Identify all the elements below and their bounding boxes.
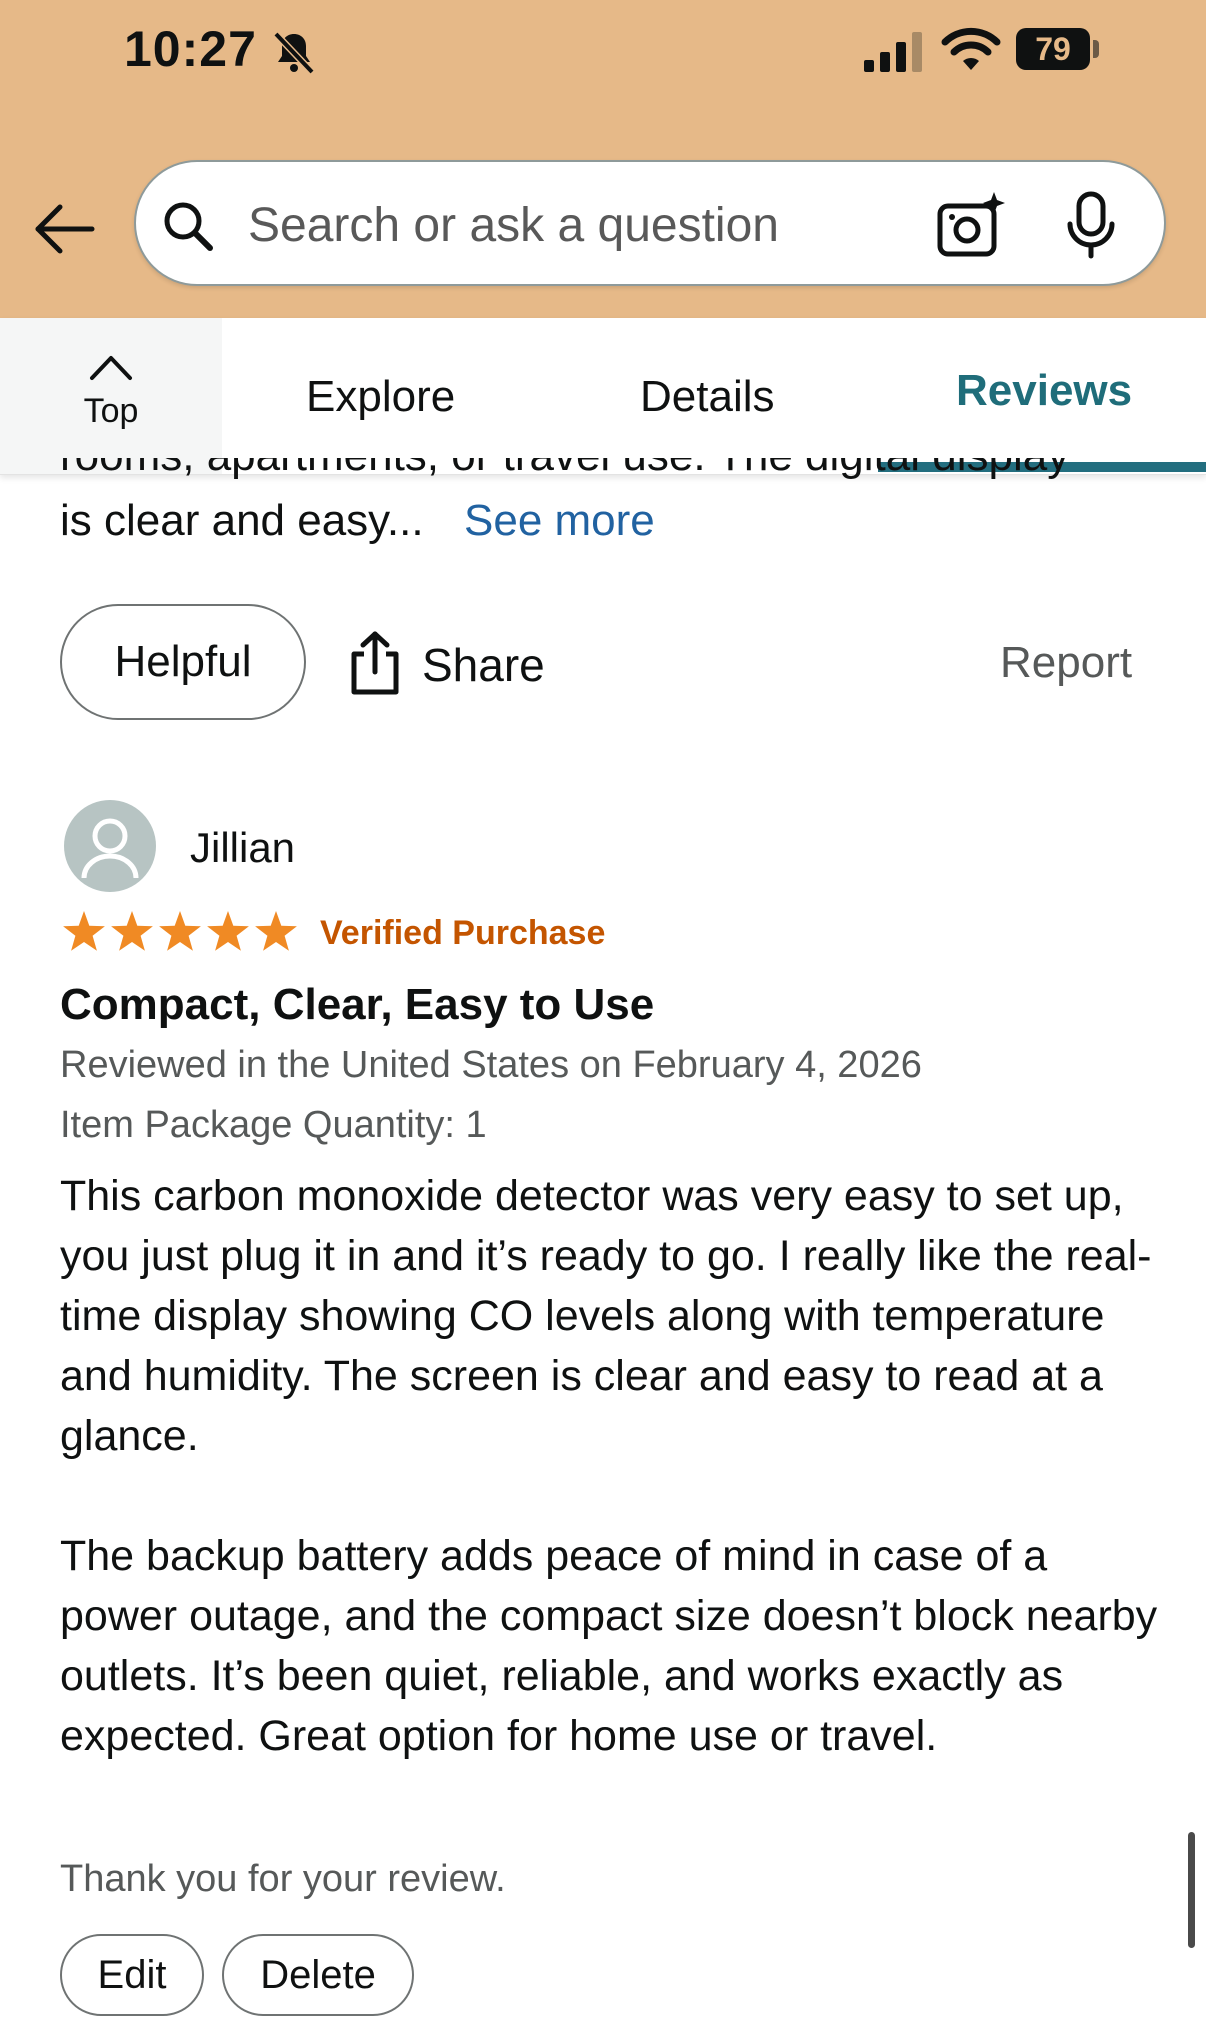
tab-top-label: Top (83, 392, 139, 430)
star-icon (159, 911, 201, 951)
review-paragraph: This carbon monoxide detector was very e… (60, 1172, 1152, 1460)
wifi-icon (941, 27, 1001, 70)
header: 10:27 79 Search or ask a question (0, 0, 1206, 318)
see-more-link[interactable]: See more (464, 496, 655, 546)
reviewer-name: Jillian (190, 824, 296, 871)
tab-reviews[interactable]: Reviews (956, 366, 1132, 416)
battery-icon: 79 (1016, 28, 1090, 70)
helpful-button[interactable]: Helpful (60, 604, 306, 720)
previous-review-text: is clear and easy... (60, 496, 424, 545)
user-icon (81, 818, 139, 879)
review-date: Reviewed in the United States on Februar… (60, 1044, 922, 1086)
review-paragraph: The backup battery adds peace of mind in… (60, 1532, 1158, 1760)
scrollbar[interactable] (1188, 1832, 1195, 1948)
mic-icon[interactable] (1062, 190, 1120, 260)
thank-you-message: Thank you for your review. (60, 1858, 506, 1900)
share-button[interactable]: Share (422, 638, 545, 692)
star-icon (255, 911, 297, 951)
star-icon (207, 911, 249, 951)
share-icon[interactable] (350, 630, 400, 696)
clipped-review-line: rooms, apartments, or travel use. The di… (60, 458, 1069, 480)
search-placeholder: Search or ask a question (248, 199, 779, 252)
report-link[interactable]: Report (1000, 638, 1132, 688)
chevron-up-icon (90, 356, 132, 380)
item-package-quantity: Item Package Quantity: 1 (60, 1104, 487, 1146)
tab-bar: Top Explore Details Reviews (0, 318, 1206, 475)
edit-button[interactable]: Edit (60, 1934, 204, 2016)
search-input[interactable]: Search or ask a question (134, 160, 1166, 286)
delete-button[interactable]: Delete (222, 1934, 414, 2016)
battery-nub (1093, 40, 1099, 58)
camera-icon[interactable] (936, 190, 1006, 260)
search-icon (164, 202, 213, 251)
status-time: 10:27 (124, 21, 257, 77)
tab-explore[interactable]: Explore (306, 372, 455, 422)
star-icon (111, 911, 153, 951)
clipped-review-text: rooms, apartments, or travel use. The di… (60, 458, 1069, 478)
bell-off-icon (273, 31, 315, 75)
tab-top[interactable]: Top (0, 318, 222, 474)
back-icon[interactable] (30, 194, 100, 264)
signal-icon (864, 32, 922, 72)
battery-level: 79 (1035, 30, 1071, 67)
review-body: This carbon monoxide detector was very e… (60, 1166, 1160, 1826)
tab-details[interactable]: Details (640, 372, 775, 422)
avatar (64, 800, 156, 892)
review-title: Compact, Clear, Easy to Use (60, 980, 655, 1029)
star-icon (63, 911, 105, 951)
verified-purchase-badge: Verified Purchase (320, 914, 606, 952)
star-rating (63, 911, 297, 951)
